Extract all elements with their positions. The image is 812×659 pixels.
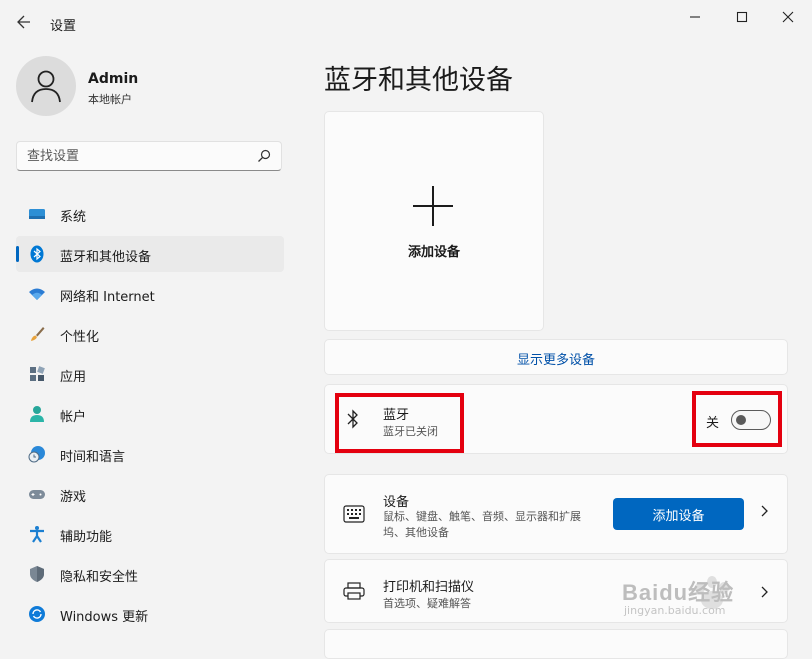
- sidebar-item-label: 时间和语言: [60, 450, 126, 465]
- search-box[interactable]: [16, 141, 282, 171]
- account-type: 本地帐户: [88, 93, 132, 106]
- sidebar-item-gaming[interactable]: 游戏: [16, 476, 284, 512]
- minimize-button[interactable]: [675, 6, 715, 28]
- sidebar-item-label: Windows 更新: [60, 610, 149, 625]
- toggle-state-label: 关: [706, 416, 720, 431]
- printer-icon: [343, 582, 365, 600]
- shield-icon: [30, 566, 44, 582]
- app-title: 设置: [50, 19, 77, 34]
- sidebar-item-accounts[interactable]: 帐户: [16, 396, 284, 432]
- sidebar-item-label: 游戏: [60, 490, 87, 505]
- add-device-tile[interactable]: 添加设备: [324, 111, 544, 331]
- plus-icon: [413, 186, 453, 226]
- monitor-icon: [29, 209, 45, 219]
- watermark-text: Baidu经验: [622, 580, 735, 605]
- search-input[interactable]: [27, 147, 247, 165]
- update-icon: [29, 606, 45, 622]
- maximize-button[interactable]: [722, 6, 762, 28]
- user-name: Admin: [88, 71, 139, 87]
- sidebar-item-label: 帐户: [60, 410, 87, 425]
- sidebar-item-time-language[interactable]: 时间和语言: [16, 436, 284, 472]
- sidebar-item-label: 蓝牙和其他设备: [60, 250, 152, 265]
- sidebar-item-privacy[interactable]: 隐私和安全性: [16, 556, 284, 592]
- sidebar-item-system[interactable]: 系统: [16, 196, 284, 232]
- sidebar-item-windows-update[interactable]: Windows 更新: [16, 596, 284, 632]
- clock-globe-icon: [28, 446, 45, 463]
- sidebar-item-label: 辅助功能: [60, 530, 113, 545]
- sidebar-item-network[interactable]: 网络和 Internet: [16, 276, 284, 312]
- accessibility-icon: [30, 526, 44, 543]
- sidebar-item-label: 隐私和安全性: [60, 570, 139, 585]
- person-icon: [30, 406, 44, 422]
- person-icon: [31, 70, 61, 103]
- sidebar-nav: 系统 蓝牙和其他设备 网络和 Internet 个性化 应用 帐户 时间和语言 …: [16, 196, 284, 636]
- watermark-url: jingyan.baidu.com: [624, 604, 726, 617]
- printers-title: 打印机和扫描仪: [383, 580, 475, 595]
- bluetooth-row: 蓝牙 蓝牙已关闭 关: [324, 384, 788, 454]
- bluetooth-icon: [347, 409, 358, 429]
- devices-title: 设备: [383, 495, 410, 510]
- add-device-tile-label: 添加设备: [407, 245, 460, 260]
- sidebar-item-accessibility[interactable]: 辅助功能: [16, 516, 284, 552]
- sidebar-item-personalization[interactable]: 个性化: [16, 316, 284, 352]
- keyboard-icon: [343, 505, 365, 523]
- close-button[interactable]: [768, 6, 808, 28]
- bluetooth-status: 蓝牙已关闭: [383, 425, 438, 438]
- toggle-knob: [736, 415, 746, 425]
- sidebar-item-label: 个性化: [60, 330, 100, 345]
- sidebar-item-label: 网络和 Internet: [60, 290, 155, 305]
- devices-row[interactable]: 设备 鼠标、键盘、触笔、音频、显示器和扩展坞、其他设备 添加设备: [324, 474, 788, 554]
- devices-subtitle: 鼠标、键盘、触笔、音频、显示器和扩展坞、其他设备: [383, 510, 581, 539]
- wifi-icon: [29, 288, 45, 300]
- gamepad-icon: [29, 490, 45, 499]
- sidebar-item-bluetooth[interactable]: 蓝牙和其他设备: [16, 236, 284, 272]
- brush-icon: [31, 327, 45, 341]
- printers-subtitle: 首选项、疑难解答: [383, 597, 471, 610]
- title-bar: 设置: [0, 0, 812, 46]
- add-device-button[interactable]: 添加设备: [613, 498, 744, 530]
- bluetooth-icon: [30, 245, 44, 263]
- sidebar-item-label: 应用: [60, 370, 87, 385]
- sidebar-item-label: 系统: [60, 210, 87, 225]
- sidebar-item-apps[interactable]: 应用: [16, 356, 284, 392]
- back-arrow-icon[interactable]: [12, 12, 36, 36]
- show-more-devices-label: 显示更多设备: [516, 353, 595, 368]
- search-icon[interactable]: [257, 149, 271, 163]
- bluetooth-title: 蓝牙: [383, 408, 410, 423]
- chevron-right-icon[interactable]: [759, 504, 769, 518]
- page-title: 蓝牙和其他设备: [324, 65, 513, 96]
- show-more-devices-button[interactable]: 显示更多设备: [324, 339, 788, 375]
- bluetooth-toggle[interactable]: [731, 410, 771, 430]
- apps-icon: [30, 366, 45, 381]
- avatar[interactable]: [16, 56, 76, 116]
- next-settings-card[interactable]: [324, 629, 788, 659]
